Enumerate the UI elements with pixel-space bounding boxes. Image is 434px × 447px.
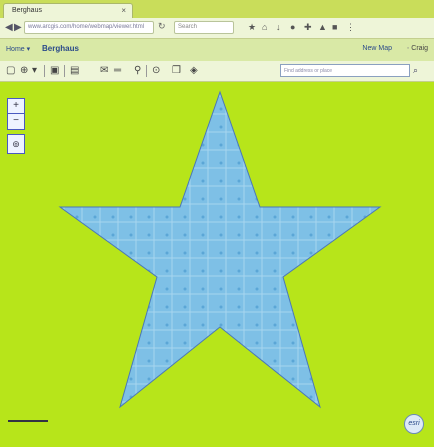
share-icon[interactable]: ✚ (304, 22, 312, 33)
user-menu[interactable]: ◦ Craig (407, 45, 428, 52)
pocket-icon[interactable]: ● (290, 22, 295, 32)
layers-icon[interactable]: ◈ (190, 65, 198, 76)
tab-title: Berghaus (12, 7, 42, 14)
directions-icon[interactable]: ⊙ (152, 65, 160, 76)
browser-search-input[interactable]: Search (174, 21, 234, 34)
browser-tabbar: Berghaus × (0, 0, 434, 18)
url-bar[interactable]: www.arcgis.com/home/webmap/viewer.html (24, 21, 154, 34)
map-view[interactable]: + − ⊚ esri (0, 82, 434, 447)
toolbar-divider (64, 65, 65, 77)
star-shape[interactable] (55, 87, 385, 417)
share-map-icon[interactable]: ✉ (100, 65, 108, 76)
print-icon[interactable]: ═ (114, 65, 121, 76)
bookmarks-icon[interactable]: ■ (332, 22, 337, 32)
search-icon[interactable]: ⌕ (413, 65, 418, 76)
new-map-link[interactable]: New Map (362, 45, 392, 52)
toolbar-divider (146, 65, 147, 77)
zoom-in-button[interactable]: + (8, 99, 24, 114)
locate-button[interactable]: ⊚ (7, 134, 25, 154)
scale-bar (8, 420, 48, 423)
esri-logo: esri (404, 414, 424, 434)
save-icon[interactable]: ▤ (70, 65, 79, 76)
toolbar-divider (44, 65, 45, 77)
map-toolbar: ▢ ⊕ ▾ ▣ ▤ ✉ ═ ⚲ ⊙ ❒ ◈ Find address or pl… (0, 61, 434, 82)
user-icon: ◦ (406, 45, 410, 52)
user-name: Craig (411, 45, 428, 52)
home-icon[interactable]: ⌂ (262, 22, 267, 32)
forward-icon[interactable]: ▶ (14, 22, 22, 33)
back-icon[interactable]: ◀ (5, 22, 13, 33)
extension-icon[interactable]: ▲ (318, 22, 327, 32)
basemap-icon[interactable]: ▾ (32, 65, 37, 76)
screen: Berghaus × ◀ ▶ www.arcgis.com/home/webma… (0, 0, 434, 447)
details-icon[interactable]: ▢ (6, 65, 15, 76)
download-icon[interactable]: ↓ (276, 22, 281, 32)
zoom-control: + − (7, 98, 25, 130)
star-polygon (58, 90, 382, 409)
browser-toolbar: ◀ ▶ www.arcgis.com/home/webmap/viewer.ht… (0, 18, 434, 39)
close-icon[interactable]: × (121, 6, 126, 15)
map-search-input[interactable]: Find address or place (280, 64, 410, 77)
app-header: Home ▾ Berghaus New Map ◦ Craig (0, 39, 434, 61)
zoom-out-button[interactable]: − (8, 114, 24, 128)
map-title: Berghaus (42, 44, 79, 53)
bookmark-icon[interactable]: ❒ (172, 65, 181, 76)
add-icon[interactable]: ⊕ (20, 65, 28, 76)
home-menu[interactable]: Home ▾ (6, 45, 30, 53)
analysis-icon[interactable]: ▣ (50, 65, 59, 76)
star-icon[interactable]: ★ (248, 22, 256, 33)
reload-icon[interactable]: ↻ (158, 21, 170, 34)
browser-tab[interactable]: Berghaus × (3, 3, 133, 18)
menu-icon[interactable]: ⋮ (346, 22, 355, 33)
scale-line (8, 420, 48, 422)
measure-icon[interactable]: ⚲ (134, 65, 141, 76)
